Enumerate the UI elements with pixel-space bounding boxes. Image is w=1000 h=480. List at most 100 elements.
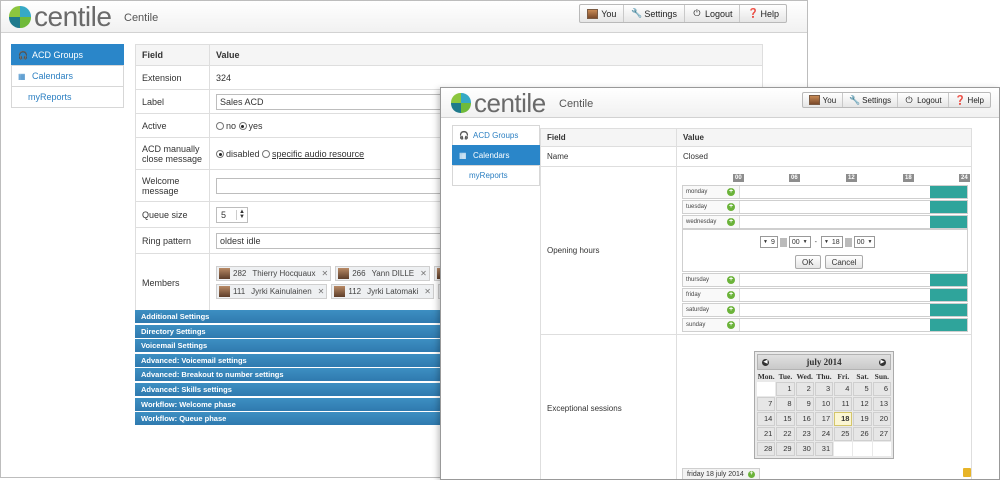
queue-size-stepper[interactable]: 5 ▲ ▼ (216, 206, 248, 223)
to-minute-select[interactable]: 00 ▼ (853, 236, 876, 248)
date-cell[interactable]: 22 (776, 427, 795, 441)
remove-icon[interactable]: ✕ (318, 287, 325, 296)
logout-button[interactable]: ⏻ Logout (897, 93, 947, 107)
date-cell[interactable]: 13 (872, 397, 891, 411)
accordion-advanced-breakout[interactable]: Advanced: Breakout to number settings (135, 368, 442, 383)
sidebar-item-myreports[interactable]: myReports (11, 86, 124, 108)
member-chip[interactable]: 282 Thierry Hocquaux ✕ (216, 266, 332, 281)
accordion-additional-settings[interactable]: Additional Settings (135, 310, 442, 324)
to-hour-select[interactable]: ▼ 18 (820, 236, 843, 248)
date-cell[interactable]: 11 (834, 397, 853, 411)
logout-button[interactable]: ⏻ Logout (683, 5, 740, 22)
date-cell[interactable]: 12 (853, 397, 872, 411)
add-icon[interactable]: + (727, 306, 735, 314)
add-icon[interactable]: + (727, 291, 735, 299)
stepper-arrows-icon[interactable]: ▲ ▼ (236, 209, 245, 220)
date-cell[interactable]: 28 (757, 442, 776, 456)
remove-icon[interactable]: ✕ (424, 287, 431, 296)
sidebar-item-calendars[interactable]: ▦ Calendars (452, 145, 540, 166)
member-chip[interactable]: 266 Yann DILLE ✕ (335, 266, 430, 281)
sidebar-item-calendars[interactable]: ▦ Calendars (11, 65, 124, 87)
day-row-monday[interactable]: monday + (682, 185, 968, 199)
weekday-header: Tue. (778, 372, 793, 381)
exceptional-session-chip[interactable]: friday 18 july 2014 + (682, 468, 760, 479)
day-row-friday[interactable]: friday + (682, 288, 968, 302)
active-no-radio[interactable] (216, 122, 224, 131)
open-slot[interactable] (930, 274, 967, 286)
date-cell[interactable]: 29 (776, 442, 795, 456)
from-hour-select[interactable]: ▼ 9 (760, 236, 778, 248)
add-icon[interactable]: + (747, 471, 755, 478)
date-cell[interactable]: 6 (872, 382, 891, 396)
sidebar-item-acd-groups[interactable]: 🎧 ACD Groups (452, 125, 540, 146)
accordion-directory-settings[interactable]: Directory Settings (135, 324, 442, 339)
active-yes-radio[interactable] (238, 122, 247, 131)
add-icon[interactable]: + (727, 276, 735, 284)
open-slot[interactable] (930, 289, 967, 301)
date-cell[interactable]: 23 (795, 427, 814, 441)
add-icon[interactable]: + (727, 203, 735, 211)
date-cell[interactable]: 26 (853, 427, 872, 441)
open-slot[interactable] (930, 201, 967, 213)
date-cell[interactable]: 27 (872, 427, 891, 441)
settings-button[interactable]: 🔧 Settings (842, 93, 897, 107)
date-cell[interactable]: 15 (776, 412, 795, 426)
date-cell[interactable]: 20 (872, 412, 891, 426)
prev-month-icon[interactable]: ◀ (762, 358, 769, 366)
add-icon[interactable]: + (727, 218, 735, 226)
open-slot[interactable] (930, 216, 967, 228)
date-cell[interactable]: 31 (814, 442, 834, 456)
manual-disabled-radio[interactable] (216, 150, 224, 159)
sidebar-item-myreports[interactable]: myReports (452, 165, 540, 186)
from-minute-select[interactable]: 00 ▼ (788, 236, 811, 248)
date-cell[interactable]: 25 (834, 427, 853, 441)
open-slot[interactable] (930, 319, 967, 331)
day-row-saturday[interactable]: saturday + (682, 303, 968, 317)
date-cell[interactable]: 10 (814, 397, 834, 411)
date-cell[interactable]: 18 (834, 412, 853, 426)
next-month-icon[interactable]: ▶ (878, 358, 886, 366)
add-icon[interactable]: + (727, 321, 735, 329)
add-icon[interactable]: + (727, 188, 735, 196)
date-cell[interactable]: 17 (814, 412, 834, 426)
day-row-thursday[interactable]: thursday + (682, 273, 968, 287)
date-cell[interactable]: 7 (757, 397, 776, 411)
open-slot[interactable] (930, 186, 967, 198)
date-cell[interactable]: 2 (795, 382, 814, 396)
member-chip[interactable]: 111 Jyrki Kainulainen ✕ (216, 284, 328, 299)
date-cell[interactable]: 16 (795, 412, 814, 426)
remove-icon[interactable]: ✕ (420, 269, 427, 278)
date-cell[interactable]: 4 (834, 382, 853, 396)
date-cell[interactable]: 5 (853, 382, 872, 396)
day-row-tuesday[interactable]: tuesday + (682, 200, 968, 214)
manual-specific-radio[interactable] (262, 150, 271, 159)
sidebar-item-acd-groups[interactable]: 🎧 ACD Groups (11, 44, 124, 66)
date-cell[interactable]: 19 (853, 412, 872, 426)
date-cell[interactable]: 3 (814, 382, 834, 396)
ok-button[interactable]: OK (795, 255, 821, 269)
accordion-advanced-voicemail[interactable]: Advanced: Voicemail settings (135, 353, 442, 368)
date-cell[interactable]: 8 (776, 397, 795, 411)
help-button[interactable]: ❓ Help (739, 5, 786, 22)
date-cell[interactable]: 9 (795, 397, 814, 411)
open-slot[interactable] (930, 304, 967, 316)
you-button[interactable]: You (803, 93, 843, 107)
date-cell[interactable]: 14 (757, 412, 776, 426)
settings-button[interactable]: 🔧 Settings (623, 5, 684, 22)
help-button[interactable]: ❓ Help (947, 93, 990, 107)
specific-audio-link[interactable]: specific audio resource (272, 149, 364, 159)
date-cell[interactable]: 24 (814, 427, 834, 441)
accordion-workflow-welcome[interactable]: Workflow: Welcome phase (135, 397, 442, 412)
remove-icon[interactable]: ✕ (322, 269, 329, 278)
accordion-voicemail-settings[interactable]: Voicemail Settings (135, 339, 442, 354)
accordion-workflow-queue[interactable]: Workflow: Queue phase (135, 412, 442, 427)
day-row-sunday[interactable]: sunday + (682, 318, 968, 332)
you-button[interactable]: You (580, 5, 623, 22)
cancel-button[interactable]: Cancel (824, 255, 864, 269)
day-row-wednesday[interactable]: wednesday + (682, 215, 968, 229)
date-cell[interactable]: 1 (776, 382, 795, 396)
accordion-advanced-skills[interactable]: Advanced: Skills settings (135, 382, 442, 397)
date-cell[interactable]: 30 (795, 442, 814, 456)
date-cell[interactable]: 21 (757, 427, 776, 441)
member-chip[interactable]: 112 Jyrki Latomaki ✕ (331, 284, 434, 299)
